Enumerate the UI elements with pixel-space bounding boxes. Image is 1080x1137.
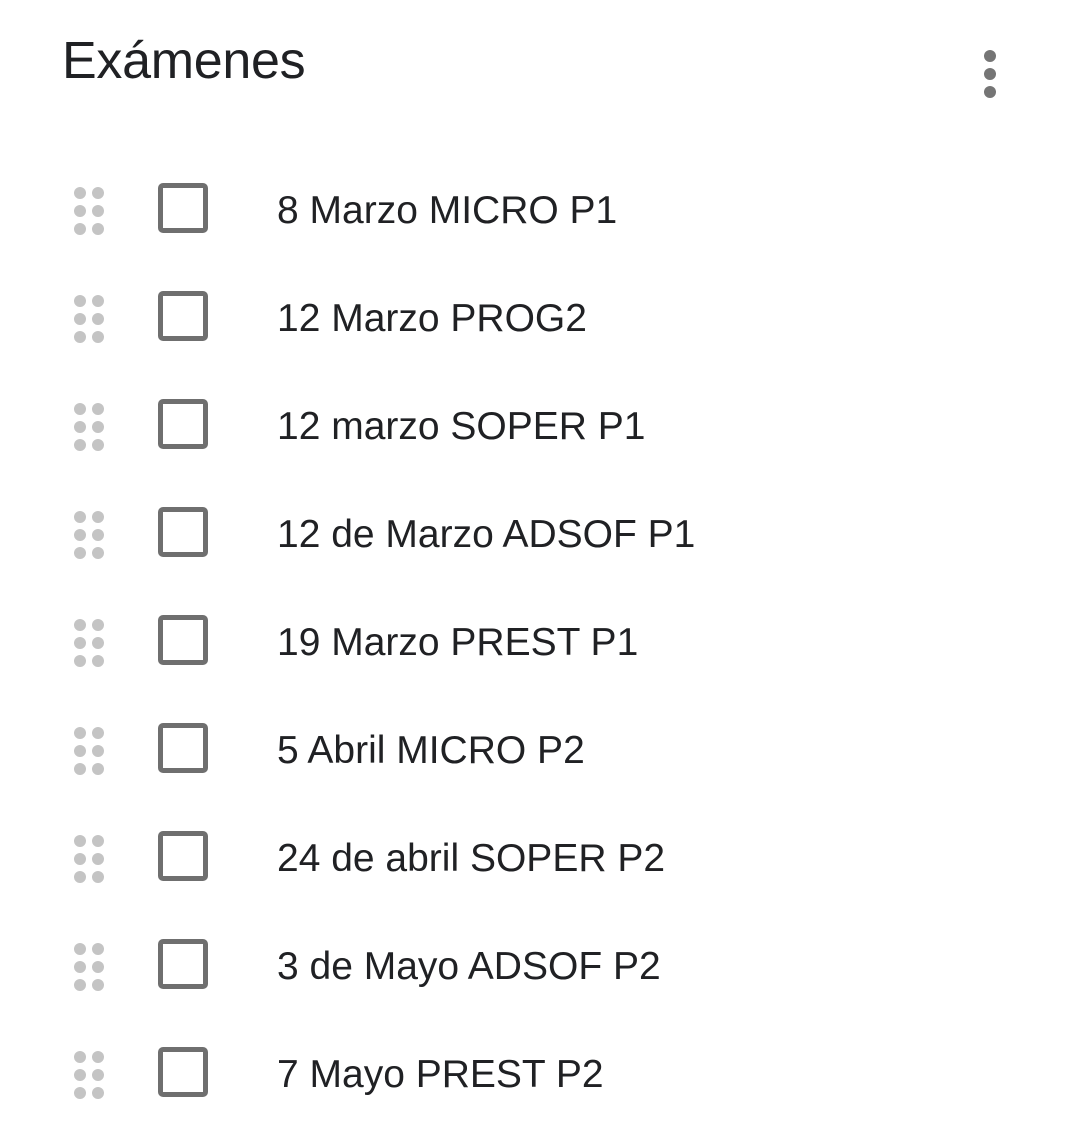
list-header: Exámenes (0, 0, 1080, 130)
task-label[interactable]: 12 marzo SOPER P1 (277, 403, 645, 451)
drag-handle-icon[interactable] (74, 619, 106, 667)
drag-handle-icon[interactable] (74, 403, 106, 451)
task-label[interactable]: 12 Marzo PROG2 (277, 295, 587, 343)
task-item: 12 Marzo PROG2 (0, 265, 1080, 373)
task-label[interactable]: 12 de Marzo ADSOF P1 (277, 511, 695, 559)
task-checkbox[interactable] (158, 615, 208, 665)
drag-handle-icon[interactable] (74, 187, 106, 235)
task-checkbox[interactable] (158, 723, 208, 773)
task-checkbox[interactable] (158, 939, 208, 989)
task-item: 5 Abril MICRO P2 (0, 697, 1080, 805)
task-item: 12 marzo SOPER P1 (0, 373, 1080, 481)
drag-handle-icon[interactable] (74, 511, 106, 559)
task-label[interactable]: 8 Marzo MICRO P1 (277, 187, 617, 235)
task-checkbox[interactable] (158, 507, 208, 557)
task-item: 7 Mayo PREST P2 (0, 1021, 1080, 1129)
task-checkbox[interactable] (158, 1047, 208, 1097)
task-item: 3 de Mayo ADSOF P2 (0, 913, 1080, 1021)
task-item: 12 de Marzo ADSOF P1 (0, 481, 1080, 589)
task-item: 19 Marzo PREST P1 (0, 589, 1080, 697)
task-checkbox[interactable] (158, 831, 208, 881)
drag-handle-icon[interactable] (74, 835, 106, 883)
list-title: Exámenes (62, 32, 306, 90)
task-item: 8 Marzo MICRO P1 (0, 157, 1080, 265)
drag-handle-icon[interactable] (74, 295, 106, 343)
task-label[interactable]: 3 de Mayo ADSOF P2 (277, 943, 661, 991)
drag-handle-icon[interactable] (74, 943, 106, 991)
task-label[interactable]: 24 de abril SOPER P2 (277, 835, 665, 883)
task-label[interactable]: 7 Mayo PREST P2 (277, 1051, 604, 1099)
more-vert-icon-dot (984, 86, 996, 98)
task-list: 8 Marzo MICRO P1 12 Marzo PROG2 12 marzo… (0, 157, 1080, 1129)
drag-handle-icon[interactable] (74, 727, 106, 775)
task-label[interactable]: 5 Abril MICRO P2 (277, 727, 585, 775)
more-vert-icon-dot (984, 68, 996, 80)
drag-handle-icon[interactable] (74, 1051, 106, 1099)
task-checkbox[interactable] (158, 399, 208, 449)
task-item: 24 de abril SOPER P2 (0, 805, 1080, 913)
more-options-button[interactable] (960, 38, 1020, 110)
task-label[interactable]: 19 Marzo PREST P1 (277, 619, 638, 667)
task-checkbox[interactable] (158, 291, 208, 341)
more-vert-icon (984, 50, 996, 62)
task-checkbox[interactable] (158, 183, 208, 233)
